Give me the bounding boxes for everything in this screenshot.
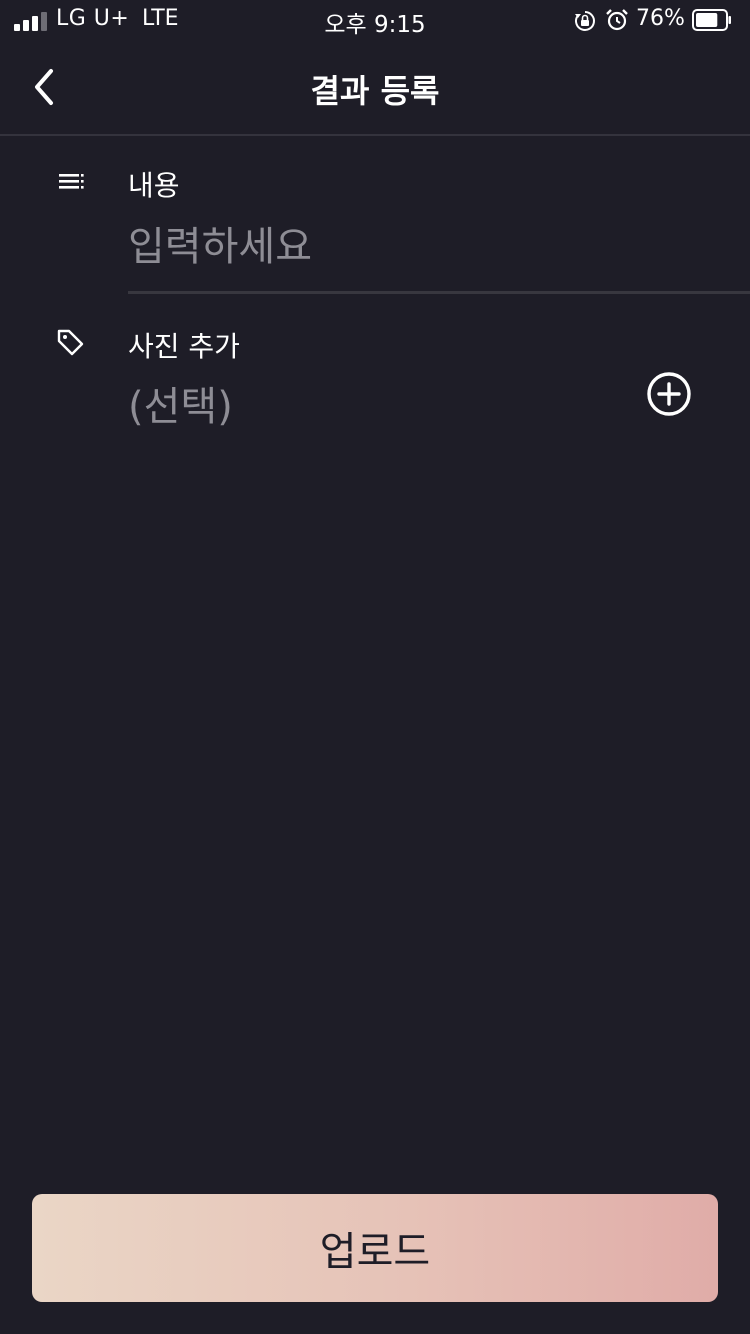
battery-percent: 76% bbox=[636, 6, 685, 31]
content-input[interactable]: 입력하세요 bbox=[128, 214, 312, 272]
battery-icon bbox=[692, 9, 731, 31]
photo-label: 사진 추가 bbox=[128, 330, 240, 363]
page-title: 결과 등록 bbox=[310, 72, 440, 110]
plus-circle-icon[interactable] bbox=[646, 371, 692, 417]
upload-button-label: 업로드 bbox=[319, 1229, 431, 1275]
upload-button[interactable]: 업로드 bbox=[32, 1194, 718, 1302]
content-label: 내용 bbox=[128, 169, 180, 202]
photo-optional-text: (선택) bbox=[128, 384, 233, 430]
rotation-lock-icon bbox=[575, 11, 595, 31]
alarm-icon bbox=[606, 9, 628, 31]
tag-icon bbox=[57, 329, 84, 356]
content-divider bbox=[128, 291, 750, 294]
navigation-bar: 결과 등록 bbox=[0, 40, 750, 136]
screen: LG U+ LTE 오후 9:15 76% 결과 등록 내용 입력하세요 사진 … bbox=[0, 0, 750, 1334]
text-lines-icon bbox=[59, 174, 84, 189]
status-bar: LG U+ LTE 오후 9:15 76% bbox=[0, 0, 750, 40]
